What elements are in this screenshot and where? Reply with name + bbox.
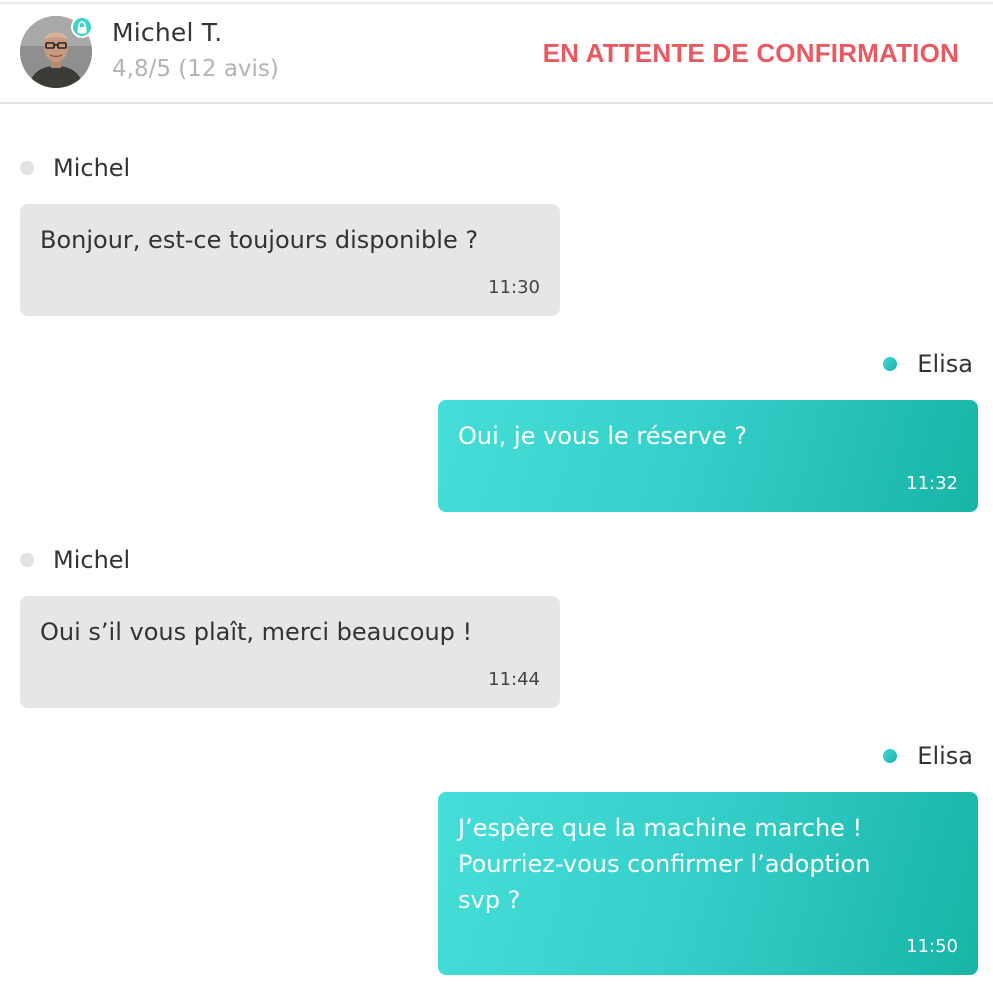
message-bubble-outgoing[interactable]: J’espère que la machine marche ! Pourrie… <box>438 792 978 975</box>
sender-dot-icon <box>20 553 34 567</box>
message-sender: Michel <box>20 153 130 183</box>
sender-name: Michel <box>53 154 131 182</box>
message-time: 11:50 <box>906 936 958 957</box>
message-text: J’espère que la machine marche ! Pourrie… <box>458 814 871 914</box>
sender-name: Michel <box>53 546 131 574</box>
sender-name: Elisa <box>917 350 973 378</box>
lock-icon <box>71 16 93 38</box>
conversation-header: Michel T. 4,8/5 (12 avis) EN ATTENTE DE … <box>0 4 993 104</box>
status-badge: EN ATTENTE DE CONFIRMATION <box>542 38 959 68</box>
sender-name: Elisa <box>917 742 973 770</box>
sender-dot-icon <box>883 749 898 763</box>
message-time: 11:44 <box>488 669 540 690</box>
message-bubble-incoming[interactable]: Bonjour, est-ce toujours disponible ? 11… <box>20 204 560 316</box>
message-bubble-incoming[interactable]: Oui s’il vous plaît, merci beaucoup ! 11… <box>20 596 560 708</box>
message-sender: Elisa <box>883 741 973 771</box>
message-sender: Elisa <box>883 349 973 379</box>
message-bubble-outgoing[interactable]: Oui, je vous le réserve ? 11:32 <box>438 400 978 512</box>
sender-dot-icon <box>883 357 898 371</box>
message-text: Oui, je vous le réserve ? <box>458 422 747 450</box>
user-name[interactable]: Michel T. <box>112 18 222 47</box>
message-time: 11:32 <box>906 473 958 494</box>
message-time: 11:30 <box>488 277 540 298</box>
message-text: Oui s’il vous plaît, merci beaucoup ! <box>40 618 473 646</box>
message-text: Bonjour, est-ce toujours disponible ? <box>40 226 479 254</box>
message-sender: Michel <box>20 545 130 575</box>
sender-dot-icon <box>20 161 34 175</box>
user-rating: 4,8/5 (12 avis) <box>112 56 279 82</box>
